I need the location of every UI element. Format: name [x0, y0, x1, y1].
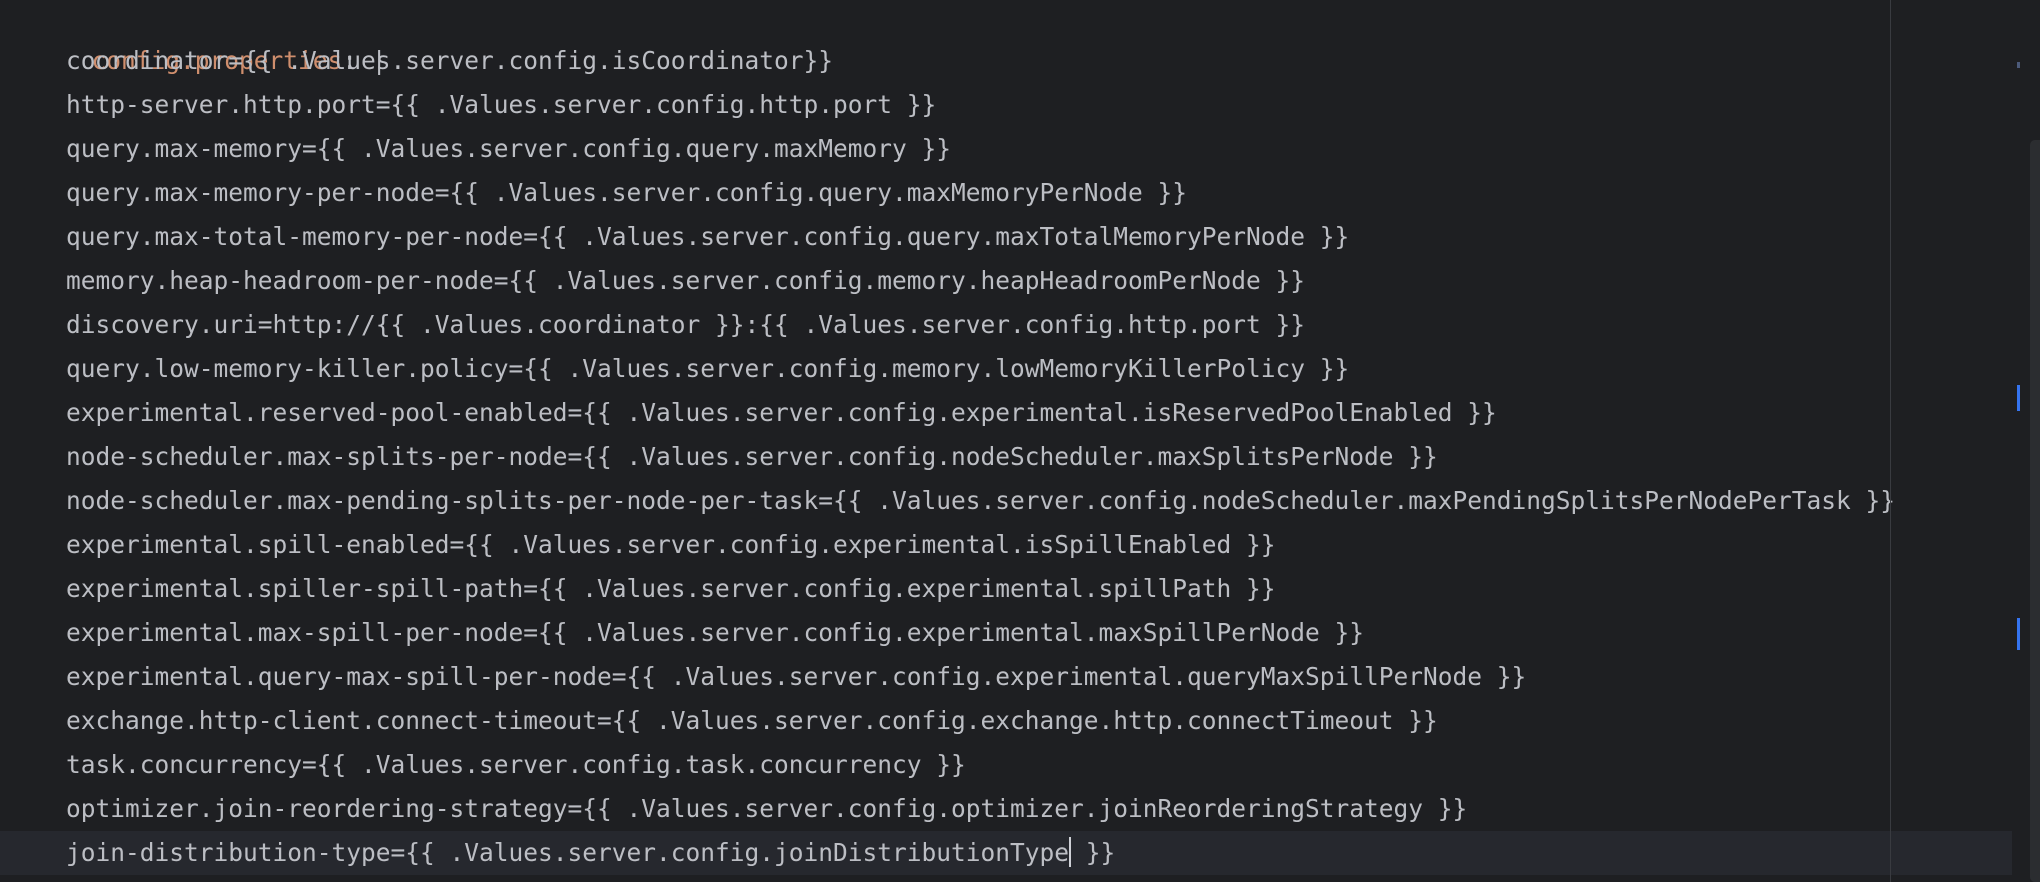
scrollbar-thumb[interactable]	[2030, 140, 2040, 882]
code-line[interactable]: coordinator={{ .Values.server.config.isC…	[0, 39, 2040, 83]
vertical-scrollbar[interactable]	[2012, 0, 2040, 882]
code-line[interactable]: task.concurrency={{ .Values.server.confi…	[0, 743, 2040, 787]
right-margin-guide	[1890, 0, 1891, 882]
code-line-text: discovery.uri=http://{{ .Values.coordina…	[66, 310, 1306, 339]
change-marker[interactable]	[2017, 385, 2020, 411]
code-line[interactable]: query.max-total-memory-per-node={{ .Valu…	[0, 215, 2040, 259]
code-line-current[interactable]: join-distribution-type={{ .Values.server…	[0, 831, 2040, 875]
change-marker[interactable]	[2017, 62, 2020, 68]
code-line-text: coordinator={{ .Values.server.config.isC…	[66, 46, 834, 75]
code-line-text: query.max-memory={{ .Values.server.confi…	[66, 134, 952, 163]
code-line[interactable]: exchange.http-client.connect-timeout={{ …	[0, 699, 2040, 743]
code-line-root[interactable]: config.properties: |	[0, 0, 2040, 75]
code-line-text: node-scheduler.max-splits-per-node={{ .V…	[66, 442, 1438, 471]
code-line[interactable]: http-server.http.port={{ .Values.server.…	[0, 83, 2040, 127]
code-line[interactable]: experimental.reserved-pool-enabled={{ .V…	[0, 391, 2040, 435]
code-line-text: query.max-total-memory-per-node={{ .Valu…	[66, 222, 1350, 251]
code-line[interactable]: query.max-memory={{ .Values.server.confi…	[0, 127, 2040, 171]
code-area[interactable]: config.properties: | coordinator={{ .Val…	[0, 0, 2040, 882]
code-line-text-tail: }}	[1071, 838, 1116, 867]
code-line[interactable]: query.low-memory-killer.policy={{ .Value…	[0, 347, 2040, 391]
code-line-text: optimizer.join-reordering-strategy={{ .V…	[66, 794, 1468, 823]
code-line-text: memory.heap-headroom-per-node={{ .Values…	[66, 266, 1306, 295]
code-line[interactable]: experimental.query-max-spill-per-node={{…	[0, 655, 2040, 699]
code-line-text: http-server.http.port={{ .Values.server.…	[66, 90, 937, 119]
code-line-text: experimental.query-max-spill-per-node={{…	[66, 662, 1527, 691]
code-line[interactable]: node-scheduler.max-pending-splits-per-no…	[0, 479, 2040, 523]
code-editor[interactable]: config.properties: | coordinator={{ .Val…	[0, 0, 2040, 882]
code-line-text: task.concurrency={{ .Values.server.confi…	[66, 750, 966, 779]
code-line[interactable]: discovery.uri=http://{{ .Values.coordina…	[0, 303, 2040, 347]
code-line-text: query.max-memory-per-node={{ .Values.ser…	[66, 178, 1188, 207]
code-line-text: exchange.http-client.connect-timeout={{ …	[66, 706, 1438, 735]
code-line-text: join-distribution-type={{ .Values.server…	[66, 838, 1070, 867]
code-line[interactable]: experimental.spill-enabled={{ .Values.se…	[0, 523, 2040, 567]
code-line[interactable]: memory.heap-headroom-per-node={{ .Values…	[0, 259, 2040, 303]
code-line[interactable]: experimental.spiller-spill-path={{ .Valu…	[0, 567, 2040, 611]
code-line[interactable]: optimizer.join-reordering-strategy={{ .V…	[0, 787, 2040, 831]
change-marker[interactable]	[2017, 618, 2020, 650]
code-line[interactable]: experimental.max-spill-per-node={{ .Valu…	[0, 611, 2040, 655]
code-line[interactable]: query.max-memory-per-node={{ .Values.ser…	[0, 171, 2040, 215]
code-line-text: experimental.spiller-spill-path={{ .Valu…	[66, 574, 1276, 603]
code-line-text: node-scheduler.max-pending-splits-per-no…	[66, 486, 1896, 515]
code-line-text: query.low-memory-killer.policy={{ .Value…	[66, 354, 1350, 383]
code-line-text: experimental.max-spill-per-node={{ .Valu…	[66, 618, 1365, 647]
code-line-text: experimental.spill-enabled={{ .Values.se…	[66, 530, 1276, 559]
code-line-text: experimental.reserved-pool-enabled={{ .V…	[66, 398, 1497, 427]
code-line[interactable]: node-scheduler.max-splits-per-node={{ .V…	[0, 435, 2040, 479]
